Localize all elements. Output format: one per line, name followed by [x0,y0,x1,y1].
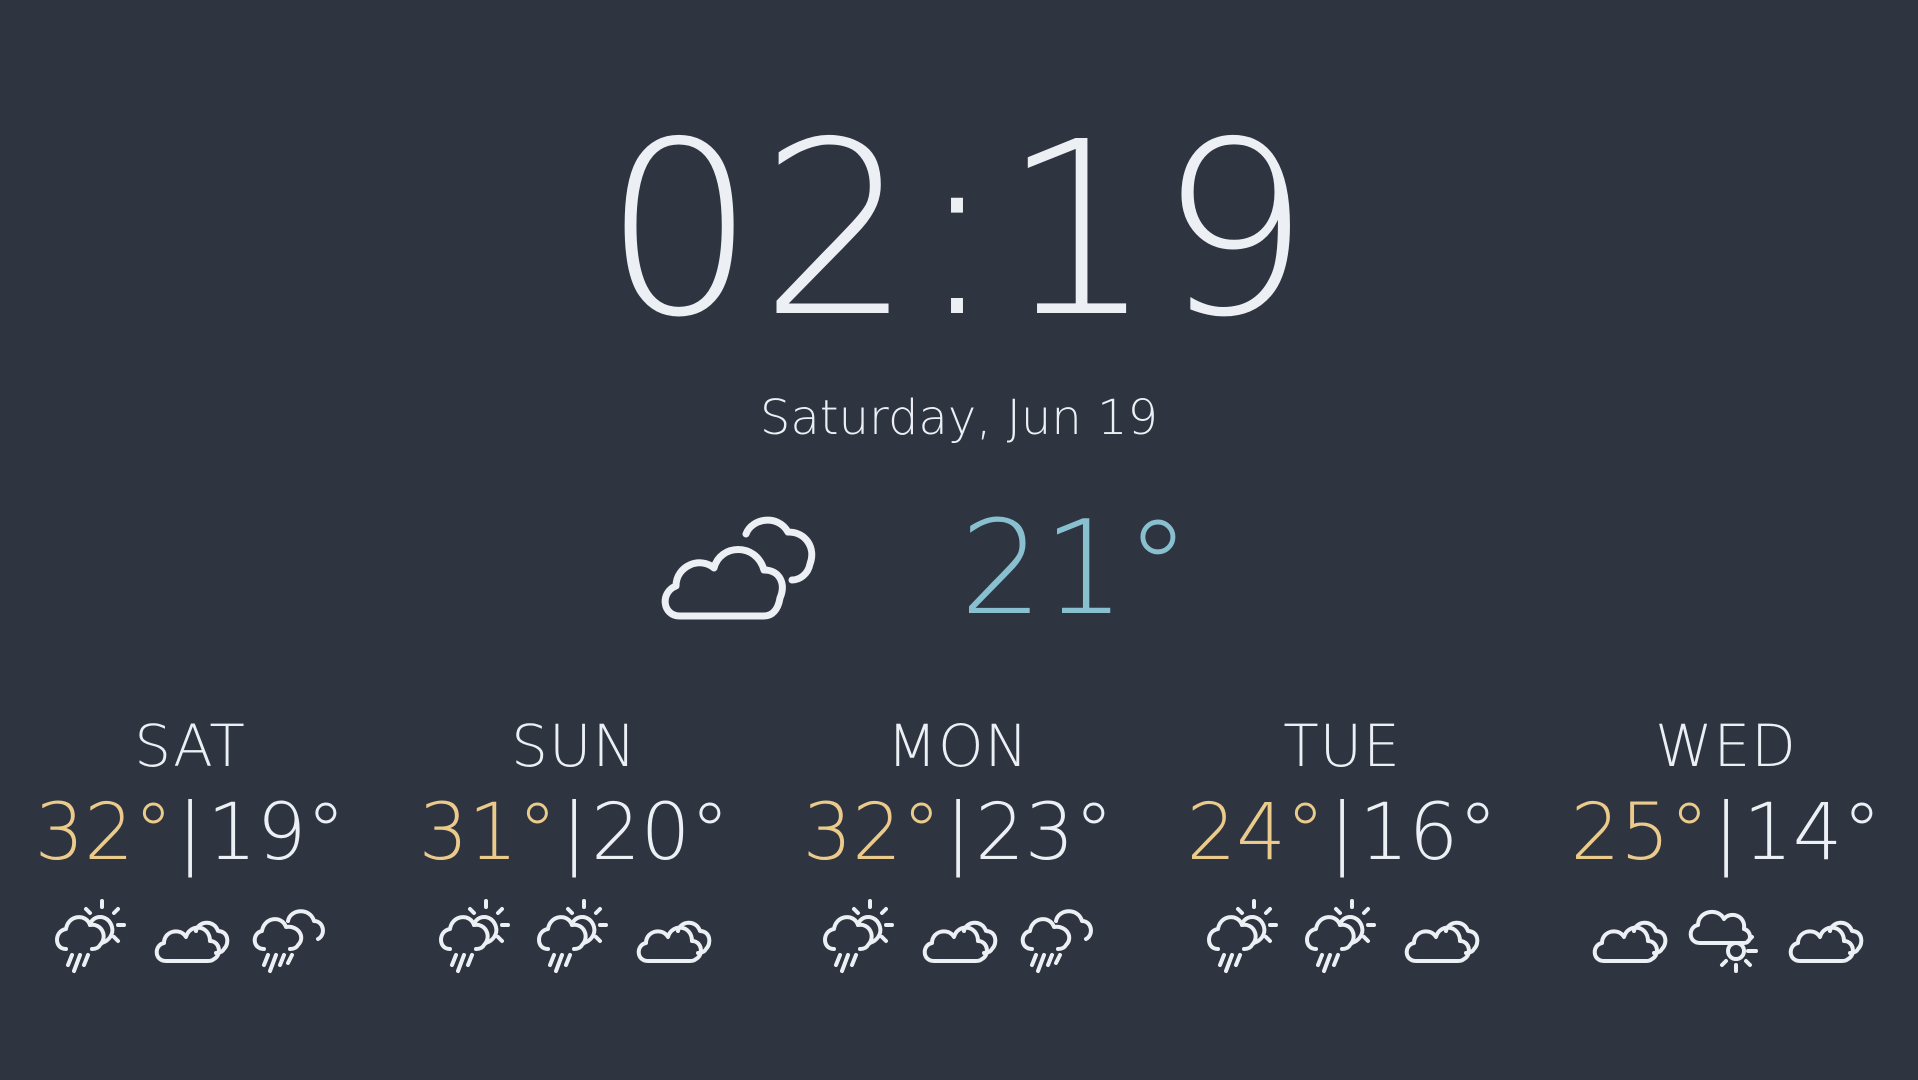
clock-time: 02:19 [603,90,1315,370]
forecast-icons [1536,892,1916,982]
forecast-high: 25° [1570,788,1709,878]
cloudy-icon [1588,897,1668,977]
thunder-sun-rain-icon [1204,897,1284,977]
forecast-day: SUN 31°|20° [384,708,764,982]
temp-separator: | [1712,788,1740,878]
thunder-sun-rain-icon [820,897,900,977]
temp-separator: | [560,788,588,878]
forecast-low: 23° [975,788,1114,878]
forecast-low: 16° [1359,788,1498,878]
forecast-day: TUE 24°|16° [1152,708,1532,982]
temp-separator: | [176,788,204,878]
forecast-high: 31° [418,788,557,878]
forecast-high: 32° [802,788,941,878]
thunder-sun-rain-icon [436,897,516,977]
temp-separator: | [1328,788,1356,878]
forecast-day-name: WED [1655,712,1797,780]
forecast-day: WED 25°|14° [1536,708,1916,982]
thunder-sun-rain-icon [1302,897,1382,977]
forecast-icons [1152,892,1532,982]
cloudy-icon [1400,897,1480,977]
cloudy-icon [632,897,712,977]
thunder-sun-rain-icon [52,897,132,977]
forecast-high: 32° [34,788,173,878]
rain-cloud-icon [1016,897,1096,977]
sun-behind-cloud-icon [1686,897,1766,977]
forecast-day: SAT 32°|19° [0,708,380,982]
forecast-day-name: SUN [511,712,637,780]
temp-separator: | [944,788,972,878]
forecast-low: 20° [591,788,730,878]
forecast-icons [768,892,1148,982]
forecast-temps: 24°|16° [1152,784,1532,882]
rain-cloud-icon [248,897,328,977]
partly-cloudy-icon [660,514,816,622]
forecast-icons [384,892,764,982]
forecast-day-name: SAT [134,712,246,780]
cloudy-icon [918,897,998,977]
forecast-day: MON 32°|23° [768,708,1148,982]
forecast-day-name: TUE [1283,712,1401,780]
forecast-low: 19° [207,788,346,878]
forecast-row: SAT 32°|19° SUN 31°|20° MON 32°|23° TUE … [0,708,1918,1008]
forecast-temps: 25°|14° [1536,784,1916,882]
forecast-icons [0,892,380,982]
forecast-low: 14° [1743,788,1882,878]
thunder-sun-rain-icon [534,897,614,977]
forecast-temps: 31°|20° [384,784,764,882]
forecast-day-name: MON [886,712,1030,780]
forecast-temps: 32°|23° [768,784,1148,882]
forecast-high: 24° [1186,788,1325,878]
cloudy-icon [150,897,230,977]
date-label: Saturday, Jun 19 [759,390,1159,446]
forecast-temps: 32°|19° [0,784,380,882]
cloudy-icon [1784,897,1864,977]
current-temperature: 21° [960,492,1191,644]
